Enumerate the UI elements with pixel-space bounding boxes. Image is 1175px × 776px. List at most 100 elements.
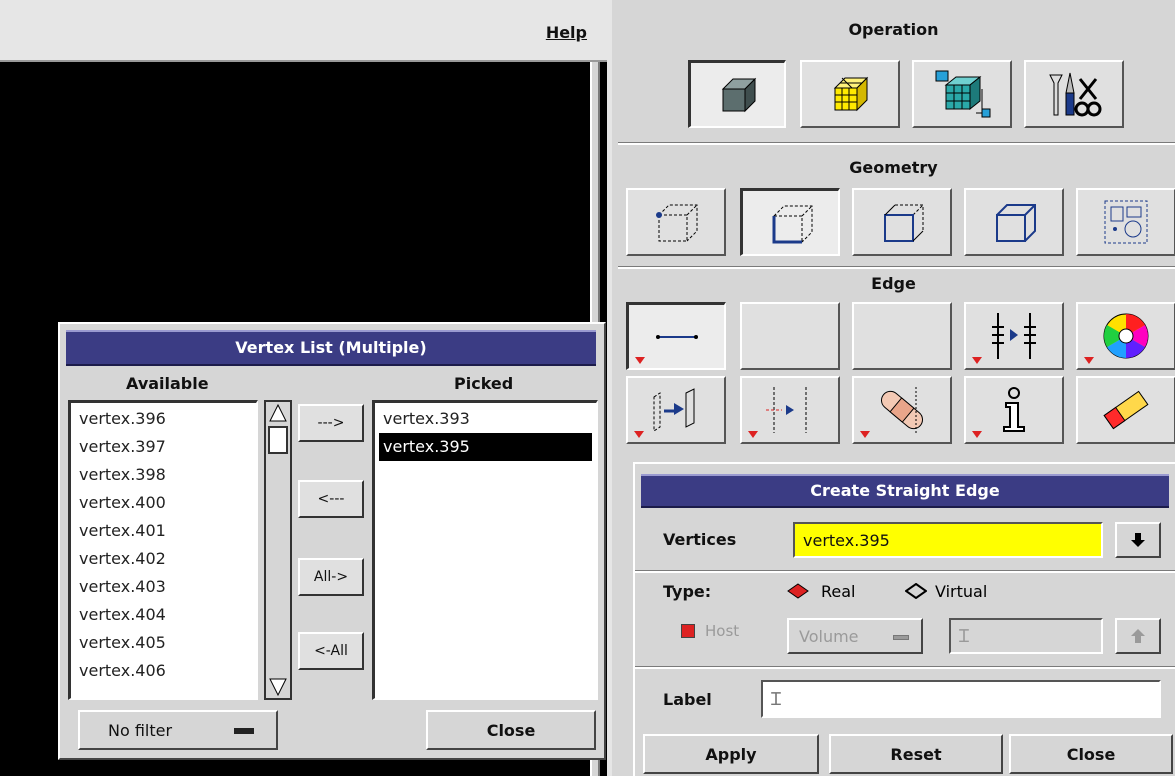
op-mesh-button[interactable] [800,60,900,128]
geom-edge-button[interactable] [740,188,840,256]
group-icon [1104,200,1148,244]
checkbox-icon [681,624,695,638]
apply-button[interactable]: Apply [643,734,819,774]
add-button[interactable]: ---> [298,404,364,442]
vertices-list-button[interactable] [1115,522,1161,558]
vertices-field[interactable]: vertex.395 [793,522,1103,558]
text-cursor-icon: Ɪ [959,626,970,647]
list-item[interactable]: vertex.395 [379,433,592,461]
list-item[interactable]: vertex.400 [71,489,256,517]
dialog-title: Vertex List (Multiple) [66,330,596,366]
form-title: Create Straight Edge [641,474,1169,508]
list-item[interactable]: vertex.393 [375,405,596,433]
divider [618,266,1175,269]
info-icon [1003,387,1025,432]
type-real-label: Real [821,581,856,601]
available-list[interactable]: vertex.396 vertex.397 vertex.398 vertex.400… [68,400,258,700]
dropdown-indicator-icon [634,431,644,438]
bandage-icon [881,387,923,433]
text-cursor-icon: Ɪ [771,689,782,710]
edge-title: Edge [871,274,916,293]
list-item[interactable]: vertex.401 [71,517,256,545]
label-label: Label [663,690,712,709]
arrow-up-icon [1131,629,1145,643]
edge-delete-button[interactable] [1076,376,1175,444]
mesh-grid-icon [833,76,869,112]
geom-face-button[interactable] [852,188,952,256]
list-item[interactable]: vertex.406 [71,657,256,685]
picked-header: Picked [454,374,514,393]
edge-repair-button[interactable] [852,376,952,444]
divider [635,666,1175,669]
edge-blank-button-1[interactable] [740,302,840,370]
op-zones-button[interactable] [912,60,1012,128]
type-virtual-label: Virtual [935,581,988,601]
edge-color-button[interactable] [1076,302,1175,370]
create-edge-form: Create Straight Edge Vertices vertex.395… [633,462,1175,776]
eraser-icon [1103,390,1149,430]
tools-icon [1049,72,1102,117]
divider [618,142,1175,145]
host-label: Host [705,622,740,640]
type-label: Type: [663,582,712,601]
straight-edge-icon [655,334,698,339]
dropdown-indicator-icon [635,357,645,364]
edge-split-button[interactable] [740,376,840,444]
dropdown-indicator-icon [972,357,982,364]
help-menu[interactable]: Help [546,23,587,42]
edge-create-button[interactable] [626,302,726,370]
edge-mesh-button[interactable] [964,302,1064,370]
arrow-down-icon [1131,533,1145,547]
edge-mesh-icon [992,313,1036,359]
list-item[interactable]: vertex.404 [71,601,256,629]
scroll-up-icon [269,404,287,422]
volume-icon [996,204,1036,242]
dropdown-indicator-icon [748,431,758,438]
geom-volume-button[interactable] [964,188,1064,256]
picked-list[interactable]: vertex.393 vertex.395 [372,400,598,700]
add-all-button[interactable]: All-> [298,558,364,596]
op-tools-button[interactable] [1024,60,1124,128]
edge-move-button[interactable] [626,376,726,444]
geom-group-button[interactable] [1076,188,1175,256]
remove-all-button[interactable]: <-All [298,632,364,670]
list-item[interactable]: vertex.397 [71,433,256,461]
geometry-title: Geometry [849,158,938,177]
list-item[interactable]: vertex.398 [71,461,256,489]
list-item[interactable]: vertex.402 [71,545,256,573]
option-menu-icon [893,635,909,640]
edge-blank-button-2[interactable] [852,302,952,370]
close-button[interactable]: Close [1009,734,1173,774]
host-type-select[interactable]: Volume [787,618,923,654]
vertex-list-dialog: Vertex List (Multiple) Available Picked … [58,322,606,760]
geom-vertex-button[interactable] [626,188,726,256]
op-geometry-button[interactable] [688,60,786,128]
type-virtual-radio[interactable]: Virtual [905,576,1035,606]
operation-title: Operation [848,20,939,39]
remove-button[interactable]: <--- [298,480,364,518]
option-menu-icon [234,728,254,734]
list-item[interactable]: vertex.403 [71,573,256,601]
available-scrollbar[interactable] [264,400,292,700]
divider [635,570,1175,573]
host-list-button[interactable] [1115,618,1161,654]
reset-button[interactable]: Reset [829,734,1003,774]
list-item[interactable]: vertex.396 [71,405,256,433]
edge-info-button[interactable] [964,376,1064,444]
filter-select[interactable]: No filter [78,710,278,750]
host-entity-field[interactable]: Ɪ [949,618,1103,654]
host-type-value: Volume [799,626,859,646]
face-icon [884,204,924,242]
radio-unselected-icon [905,583,927,599]
scroll-thumb[interactable] [268,426,288,454]
list-item[interactable]: vertex.405 [71,629,256,657]
split-icon [766,387,807,433]
edge-icon [772,205,812,243]
zones-icon [935,70,991,118]
type-real-radio[interactable]: Real [787,576,907,606]
available-header: Available [126,374,209,393]
radio-selected-icon [787,583,809,599]
host-toggle[interactable]: Host [681,622,739,640]
dialog-close-button[interactable]: Close [426,710,596,750]
label-input[interactable]: Ɪ [761,680,1161,718]
